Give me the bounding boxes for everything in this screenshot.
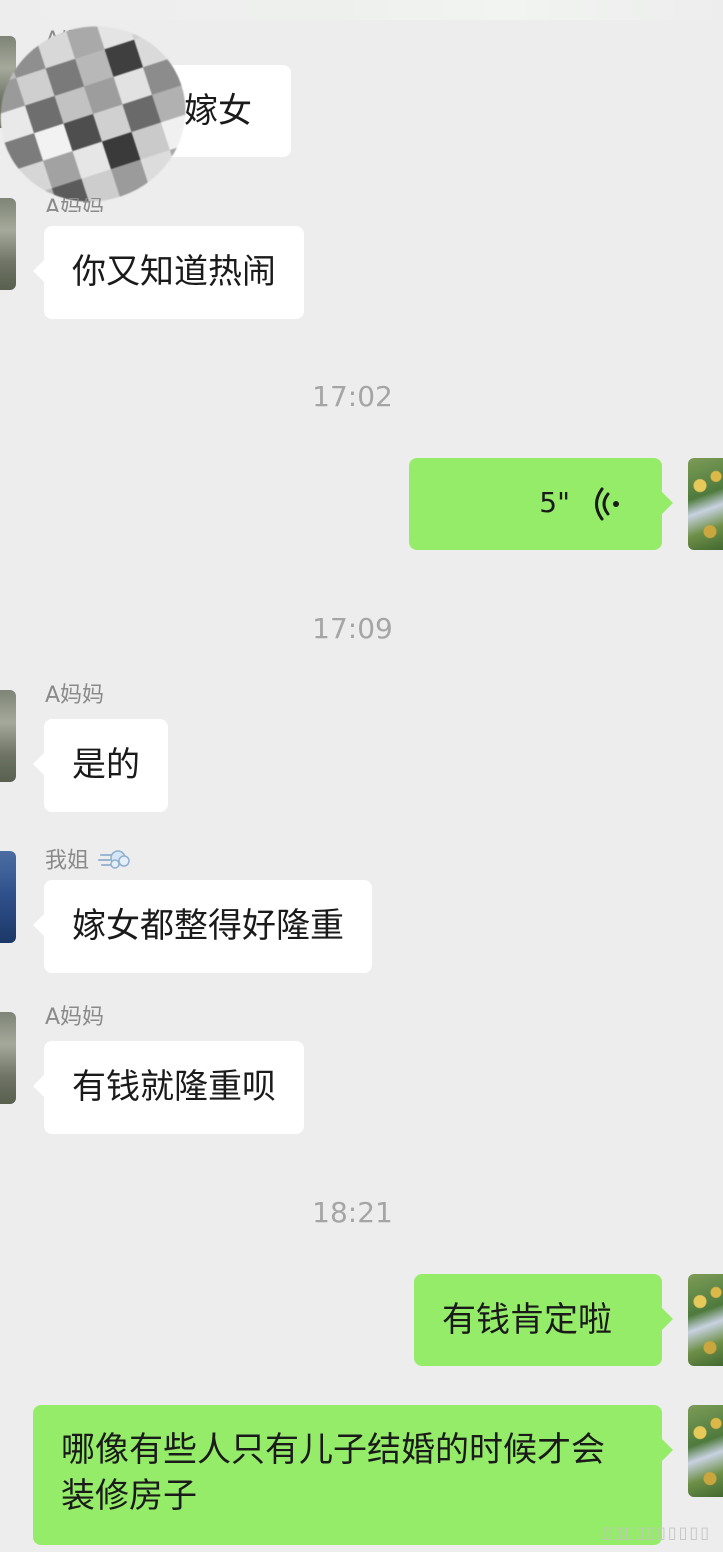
message-bubble[interactable]: 有钱肯定啦 <box>414 1274 673 1366</box>
message-bubble[interactable]: 你又知道热闹 <box>33 226 304 319</box>
avatar-a-mama[interactable] <box>0 198 16 290</box>
message-text: 嫁女都整得好隆重 <box>72 906 344 946</box>
voice-duration: 5" <box>539 486 570 519</box>
timestamp: 17:02 <box>312 380 393 413</box>
message-text: 有钱肯定啦 <box>442 1300 612 1340</box>
avatar-me[interactable] <box>688 458 723 550</box>
avatar-me[interactable] <box>688 1274 723 1366</box>
message-text: 你又知道热闹 <box>72 252 276 292</box>
voice-wave-icon <box>590 486 624 522</box>
message-text: 嫁女 <box>184 91 252 131</box>
timestamp: 17:09 <box>312 612 393 645</box>
message-text: 有钱就隆重呗 <box>72 1067 276 1107</box>
blurred-avatar-mosaic <box>0 2 209 226</box>
watermark: ▯▯▯▯▯▯▯▯▯▯ <box>602 1523 711 1542</box>
sender-name: 我姐 <box>45 846 130 877</box>
sender-name: A妈妈 <box>45 1005 105 1030</box>
message-bubble[interactable]: 嫁女都整得好隆重 <box>33 880 372 973</box>
avatar-a-mama[interactable] <box>0 690 16 782</box>
sender-name: A妈妈 <box>45 683 105 708</box>
timestamp: 18:21 <box>312 1196 393 1229</box>
voice-message-bubble[interactable]: 5" <box>409 458 673 550</box>
avatar-sister[interactable] <box>0 851 16 943</box>
message-text: 哪像有些人只有儿子结婚的时候才会装修房子 <box>61 1430 605 1516</box>
message-bubble[interactable]: 有钱就隆重呗 <box>33 1041 304 1134</box>
message-bubble[interactable]: 是的 <box>33 719 168 812</box>
message-bubble[interactable]: 哪像有些人只有儿子结婚的时候才会装修房子 <box>33 1405 673 1545</box>
top-strip <box>0 0 723 20</box>
avatar-a-mama[interactable] <box>0 1012 16 1104</box>
message-text: 是的 <box>72 745 140 785</box>
dash-emoji-icon <box>98 846 130 877</box>
sender-name: A妈妈 <box>45 198 105 212</box>
avatar-me[interactable] <box>688 1405 723 1497</box>
